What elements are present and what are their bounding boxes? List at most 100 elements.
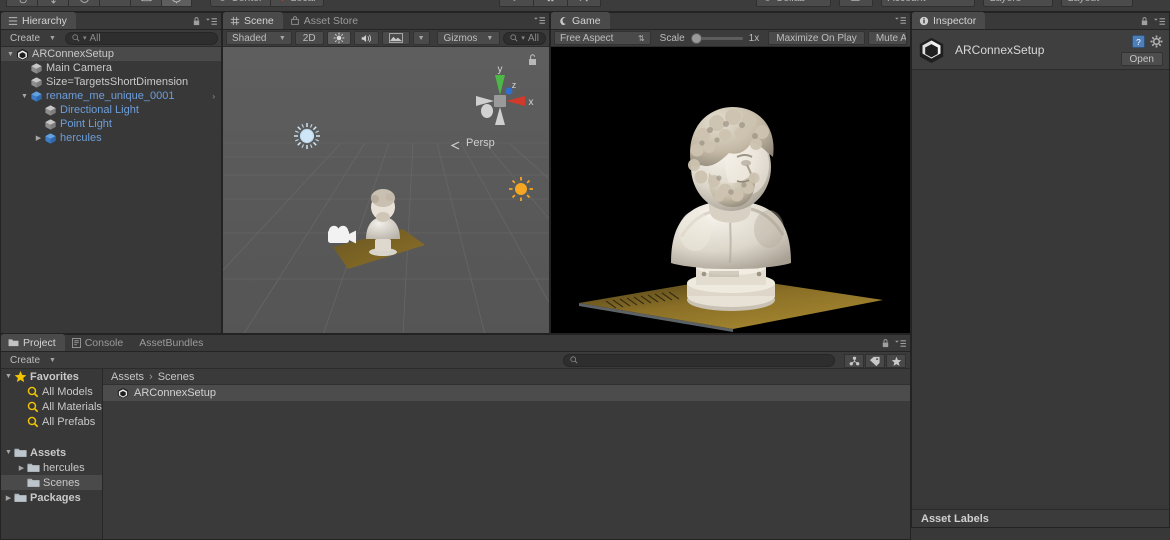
folder-icon — [27, 462, 40, 473]
menu-icon[interactable] — [533, 16, 546, 25]
cloud-button[interactable] — [838, 0, 873, 7]
inspector-body — [912, 71, 1169, 505]
label-filter-button[interactable] — [865, 354, 885, 368]
foldout-expanded-icon[interactable]: ▼ — [5, 51, 16, 58]
tab-scene[interactable]: Scene — [223, 12, 283, 29]
menu-icon[interactable] — [894, 16, 907, 25]
favorite-icon — [891, 356, 901, 366]
project-tree-label: All Materials — [42, 400, 102, 413]
tab-assetbundles[interactable]: AssetBundles — [132, 334, 212, 351]
folder-icon — [8, 339, 19, 347]
scale-slider-knob[interactable] — [690, 32, 702, 44]
inspector-tab-label: Inspector — [933, 14, 977, 27]
hierarchy-item[interactable]: ▶ Directional Light — [1, 103, 221, 117]
scene-viewport[interactable]: y x z Persp — [223, 47, 549, 333]
hierarchy-item[interactable]: ▶ hercules — [1, 131, 221, 145]
help-icon[interactable]: ? — [1132, 35, 1145, 48]
scale-tool-button[interactable] — [99, 0, 130, 7]
hierarchy-item[interactable]: ▶ Size=TargetsShortDimension — [1, 75, 221, 89]
pivot-mode-button[interactable]: Center — [210, 0, 271, 7]
foldout-expanded-icon[interactable]: ▼ — [3, 449, 14, 456]
play-button[interactable] — [498, 0, 533, 7]
lighting-toggle-button[interactable] — [326, 31, 351, 45]
space-mode-button[interactable]: Local — [270, 0, 324, 7]
image-effects-button[interactable] — [381, 31, 410, 45]
hand-tool-button[interactable] — [6, 0, 37, 7]
lock-icon[interactable] — [1140, 16, 1149, 27]
breadcrumb-item[interactable]: Assets — [111, 371, 144, 383]
hierarchy-item[interactable]: ▶ Point Light — [1, 117, 221, 131]
tab-project[interactable]: Project — [1, 334, 65, 351]
menu-icon[interactable] — [1153, 17, 1166, 26]
image-effects-dropdown[interactable]: ▼ — [412, 31, 430, 45]
space-mode-label: Local — [291, 0, 316, 4]
maximize-on-play-button[interactable]: Maximize On Play — [768, 31, 865, 45]
gizmos-dropdown[interactable]: Gizmos ▼ — [436, 31, 501, 45]
favorites-filter-button[interactable] — [886, 354, 906, 368]
search-icon — [570, 356, 578, 364]
step-button[interactable] — [566, 0, 601, 7]
project-tree-item[interactable]: ▶ Packages — [1, 490, 102, 505]
project-tree-item[interactable]: ▶ All Materials — [1, 399, 102, 414]
rotate-tool-button[interactable] — [68, 0, 99, 7]
foldout-expanded-icon[interactable]: ▼ — [3, 373, 14, 380]
foldout-collapsed-icon[interactable]: ▶ — [3, 494, 14, 502]
gear-icon[interactable] — [1150, 35, 1163, 48]
transform-tool-button[interactable] — [161, 0, 192, 7]
layers-dropdown[interactable]: Layers ▼ — [982, 0, 1053, 7]
pause-button[interactable] — [532, 0, 567, 7]
foldout-spacer: ▶ — [16, 479, 27, 487]
tab-inspector[interactable]: Inspector — [912, 12, 986, 29]
open-button[interactable]: Open — [1120, 52, 1163, 66]
game-viewport[interactable] — [551, 47, 910, 333]
foldout-expanded-icon[interactable]: ▼ — [19, 93, 30, 100]
hierarchy-item[interactable]: ▶ Main Camera — [1, 61, 221, 75]
layout-dropdown[interactable]: Layout ▼ — [1060, 0, 1133, 7]
project-search-input[interactable] — [563, 353, 835, 367]
asset-list-item[interactable]: ARConnexSetup — [103, 385, 910, 401]
project-tree-item[interactable]: ▶ hercules — [1, 460, 102, 475]
chevron-down-icon: ▼ — [817, 0, 824, 1]
project-tree-item[interactable]: ▶ All Models — [1, 384, 102, 399]
move-tool-button[interactable] — [37, 0, 68, 7]
foldout-spacer: ▶ — [33, 120, 44, 128]
menu-icon[interactable] — [205, 17, 218, 26]
collab-filter-button[interactable] — [844, 354, 864, 368]
tab-game[interactable]: Game — [551, 12, 610, 29]
hierarchy-search-input[interactable]: ▾ All — [64, 31, 218, 45]
tab-console[interactable]: Console — [65, 334, 133, 351]
transform-tools-group — [6, 0, 192, 7]
project-tree-item[interactable]: ▶ All Prefabs — [1, 414, 102, 429]
scale-slider-group[interactable]: Scale 1x — [654, 31, 766, 45]
scale-slider[interactable] — [690, 32, 743, 44]
prefab-icon — [44, 132, 57, 145]
menu-icon[interactable] — [894, 339, 907, 348]
hierarchy-item[interactable]: ▼ ARConnexSetup — [1, 47, 221, 61]
hierarchy-item[interactable]: ▼ rename_me_unique_0001 › — [1, 89, 221, 103]
lock-icon[interactable] — [881, 338, 890, 349]
tab-hierarchy[interactable]: Hierarchy — [1, 12, 76, 29]
breadcrumb-item[interactable]: Scenes — [158, 371, 195, 383]
lock-icon[interactable] — [192, 16, 201, 27]
audio-toggle-button[interactable] — [353, 31, 379, 45]
directional-light-gizmo[interactable] — [294, 123, 320, 149]
scene-search-input[interactable]: ▾ All — [503, 31, 546, 45]
chevron-right-icon[interactable]: › — [212, 92, 215, 101]
draw-mode-dropdown[interactable]: Shaded ▼ — [226, 31, 292, 45]
aspect-dropdown[interactable]: Free Aspect ⇅ — [554, 31, 651, 45]
project-create-button[interactable]: Create ▼ — [4, 353, 62, 367]
tab-asset-store[interactable]: Asset Store — [283, 12, 367, 29]
account-dropdown[interactable]: Account ▼ — [880, 0, 975, 7]
collab-dropdown[interactable]: Collab ▼ — [755, 0, 831, 7]
asset-labels-section[interactable]: Asset Labels — [912, 509, 1169, 527]
project-tree-item[interactable]: ▼ Assets — [1, 445, 102, 460]
mute-audio-button[interactable]: Mute Au — [867, 31, 907, 45]
scene-tab-label: Scene — [244, 14, 274, 27]
project-tree-item[interactable]: ▶ Scenes — [1, 475, 102, 490]
hierarchy-create-button[interactable]: Create ▼ — [4, 31, 62, 45]
toggle-2d-button[interactable]: 2D — [294, 31, 324, 45]
rect-tool-button[interactable] — [130, 0, 161, 7]
foldout-collapsed-icon[interactable]: ▶ — [16, 464, 27, 472]
project-tree-item[interactable]: ▼ Favorites — [1, 369, 102, 384]
foldout-collapsed-icon[interactable]: ▶ — [33, 134, 44, 142]
